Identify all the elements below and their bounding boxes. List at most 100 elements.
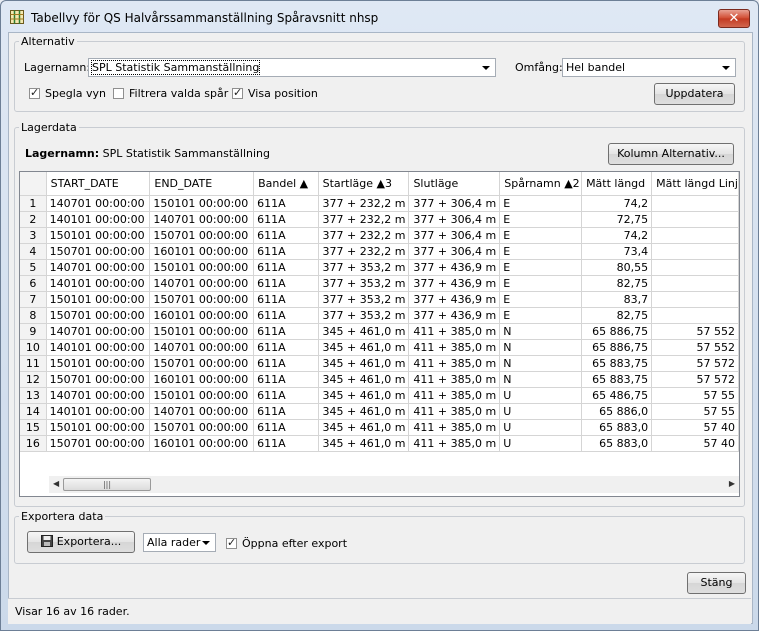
table-cell[interactable]: 150701 00:00:00 [46, 371, 151, 388]
row-header[interactable]: 2 [20, 211, 47, 228]
table-row[interactable]: 11 150101 00:00:00 150701 00:00:00 611A 345 … [20, 355, 739, 372]
table-cell[interactable]: 611A [253, 387, 319, 404]
table-cell[interactable]: 611A [253, 371, 319, 388]
row-header[interactable]: 9 [20, 323, 47, 340]
table-cell[interactable]: 57 552 [651, 323, 739, 340]
table-cell[interactable]: 611A [253, 435, 319, 452]
table-cell[interactable]: 80,55 [581, 259, 653, 276]
show-position-checkbox[interactable]: Visa position [232, 86, 318, 100]
window-close-button[interactable]: ✕ [718, 9, 750, 28]
table-cell[interactable]: 74,2 [581, 227, 653, 244]
table-cell[interactable]: 150101 00:00:00 [149, 259, 255, 276]
row-header[interactable]: 11 [20, 355, 47, 372]
table-cell[interactable]: 140701 00:00:00 [46, 387, 151, 404]
table-cell[interactable]: 150101 00:00:00 [46, 355, 151, 372]
table-cell[interactable]: 377 + 232,2 m [318, 211, 410, 228]
table-cell[interactable]: 65 883,0 [581, 435, 653, 452]
column-header[interactable]: Mätt längd [581, 172, 653, 196]
table-cell[interactable]: 377 + 353,2 m [318, 259, 410, 276]
table-cell[interactable]: U [499, 435, 583, 452]
table-cell[interactable]: 150701 00:00:00 [46, 435, 151, 452]
table-cell[interactable]: 611A [253, 211, 319, 228]
table-cell[interactable]: 57 55 [651, 403, 739, 420]
table-cell[interactable] [651, 195, 739, 212]
table-cell[interactable]: 150701 00:00:00 [149, 291, 255, 308]
column-header[interactable]: START_DATE [46, 172, 151, 196]
column-header[interactable]: Spårnamn ▲2 [499, 172, 583, 196]
table-cell[interactable]: 140101 00:00:00 [46, 403, 151, 420]
table-cell[interactable]: 65 883,75 [581, 355, 653, 372]
column-header[interactable]: Mätt längd Linj [651, 172, 739, 196]
table-cell[interactable] [651, 211, 739, 228]
table-cell[interactable]: 377 + 306,4 m [408, 243, 501, 260]
table-cell[interactable]: 140701 00:00:00 [46, 323, 151, 340]
table-cell[interactable]: 377 + 232,2 m [318, 195, 410, 212]
table-cell[interactable]: 160101 00:00:00 [149, 243, 255, 260]
table-cell[interactable]: 377 + 353,2 m [318, 275, 410, 292]
table-cell[interactable]: 65 883,75 [581, 371, 653, 388]
table-cell[interactable]: 611A [253, 355, 319, 372]
scrollbar-thumb[interactable]: ||| [63, 478, 151, 491]
table-cell[interactable] [651, 275, 739, 292]
table-cell[interactable]: 411 + 385,0 m [408, 435, 501, 452]
table-cell[interactable]: 611A [253, 419, 319, 436]
row-header[interactable]: 6 [20, 275, 47, 292]
table-cell[interactable]: 140701 00:00:00 [46, 195, 151, 212]
table-cell[interactable]: 57 40 [651, 419, 739, 436]
filter-tracks-checkbox[interactable]: Filtrera valda spår [113, 87, 228, 100]
table-row[interactable]: 3 150101 00:00:00 150701 00:00:00 611A 377 +… [20, 227, 739, 244]
table-cell[interactable]: 74,2 [581, 195, 653, 212]
table-cell[interactable] [651, 291, 739, 308]
table-cell[interactable]: 65 886,75 [581, 323, 653, 340]
table-cell[interactable]: 411 + 385,0 m [408, 339, 501, 356]
table-cell[interactable]: E [499, 211, 583, 228]
table-cell[interactable]: 57 552 [651, 339, 739, 356]
table-cell[interactable]: 411 + 385,0 m [408, 371, 501, 388]
table-cell[interactable]: 65 883,0 [581, 419, 653, 436]
scope-select[interactable]: Hel bandel [562, 58, 736, 77]
table-cell[interactable]: 611A [253, 195, 319, 212]
row-header[interactable]: 13 [20, 387, 47, 404]
update-button[interactable]: Uppdatera [654, 83, 735, 105]
table-cell[interactable]: 611A [253, 403, 319, 420]
table-cell[interactable]: 57 572 [651, 355, 739, 372]
row-header[interactable]: 14 [20, 403, 47, 420]
table-cell[interactable]: 345 + 461,0 m [318, 339, 410, 356]
row-header[interactable]: 15 [20, 419, 47, 436]
table-cell[interactable]: 150101 00:00:00 [149, 323, 255, 340]
table-cell[interactable]: 83,7 [581, 291, 653, 308]
table-cell[interactable]: 345 + 461,0 m [318, 371, 410, 388]
table-row[interactable]: 8 150701 00:00:00 160101 00:00:00 611A 377 +… [20, 307, 739, 324]
table-row[interactable]: 1 140701 00:00:00 150101 00:00:00 611A 377 +… [20, 195, 739, 212]
table-cell[interactable]: 140101 00:00:00 [46, 275, 151, 292]
layer-name-select[interactable]: SPL Statistik Sammanställning [88, 58, 496, 77]
table-cell[interactable]: 611A [253, 275, 319, 292]
table-cell[interactable] [651, 259, 739, 276]
table-row[interactable]: 9 140701 00:00:00 150101 00:00:00 611A 345 +… [20, 323, 739, 340]
row-header[interactable]: 7 [20, 291, 47, 308]
table-cell[interactable]: 377 + 306,4 m [408, 211, 501, 228]
table-cell[interactable]: 345 + 461,0 m [318, 355, 410, 372]
table-cell[interactable]: 377 + 436,9 m [408, 307, 501, 324]
table-cell[interactable]: 140701 00:00:00 [46, 259, 151, 276]
table-cell[interactable]: E [499, 291, 583, 308]
table-cell[interactable]: 160101 00:00:00 [149, 307, 255, 324]
column-options-button[interactable]: Kolumn Alternativ... [608, 143, 734, 165]
table-cell[interactable]: 411 + 385,0 m [408, 355, 501, 372]
table-cell[interactable] [651, 227, 739, 244]
row-header[interactable]: 8 [20, 307, 47, 324]
table-row[interactable]: 2 140101 00:00:00 140701 00:00:00 611A 377 +… [20, 211, 739, 228]
table-row[interactable]: 7 150101 00:00:00 150701 00:00:00 611A 377 +… [20, 291, 739, 308]
table-cell[interactable]: 345 + 461,0 m [318, 403, 410, 420]
table-cell[interactable]: 140701 00:00:00 [149, 339, 255, 356]
table-cell[interactable]: 345 + 461,0 m [318, 387, 410, 404]
table-cell[interactable]: 140701 00:00:00 [149, 275, 255, 292]
row-header-corner[interactable] [20, 172, 47, 196]
table-cell[interactable]: U [499, 387, 583, 404]
table-cell[interactable]: 160101 00:00:00 [149, 435, 255, 452]
export-button[interactable]: Exportera... [27, 531, 135, 553]
row-header[interactable]: 1 [20, 195, 47, 212]
mirror-view-checkbox[interactable]: Spegla vyn [29, 86, 106, 100]
table-cell[interactable]: 377 + 232,2 m [318, 243, 410, 260]
table-cell[interactable]: 82,75 [581, 275, 653, 292]
